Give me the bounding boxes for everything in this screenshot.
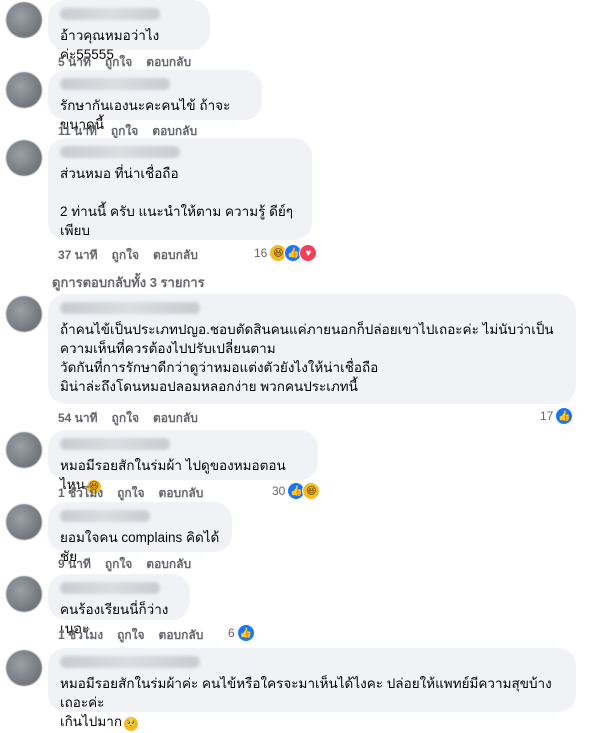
commenter-name-blurred[interactable] xyxy=(60,302,200,314)
like-reaction-icon: 👍 xyxy=(236,624,255,642)
reaction-summary[interactable]: 16 😆 👍 ♥ xyxy=(254,244,318,262)
comment-time[interactable]: 9 นาที xyxy=(58,555,91,574)
comment-bubble: ส่วนหมอ ที่น่าเชื่อถือ 2 ท่านนี้ ครับ แน… xyxy=(48,138,312,240)
comment-time[interactable]: 1 ชั่วโมง xyxy=(58,626,103,645)
comment-text: หมอมีรอยสักในร่มผ้าค่ะ คนไข้หรือใครจะมาเ… xyxy=(60,674,564,731)
avatar[interactable] xyxy=(6,72,42,108)
avatar[interactable] xyxy=(6,296,42,332)
reply-button[interactable]: ตอบกลับ xyxy=(159,626,204,645)
avatar[interactable] xyxy=(6,576,42,612)
reply-button[interactable]: ตอบกลับ xyxy=(153,409,198,428)
commenter-name-blurred[interactable] xyxy=(60,146,180,158)
love-reaction-icon: ♥ xyxy=(299,244,318,262)
avatar[interactable] xyxy=(6,432,42,468)
comment-text: ถ้าคนไข้เป็นประเภทปญอ.ชอบตัดสินคนแค่ภายน… xyxy=(60,322,554,394)
commenter-name-blurred[interactable] xyxy=(60,510,150,522)
view-replies-link[interactable]: ดูการตอบกลับทั้ง 3 รายการ xyxy=(52,272,205,293)
avatar[interactable] xyxy=(6,650,42,686)
comment-bubble: หมอมีรอยสักในร่มผ้าค่ะ คนไข้หรือใครจะมาเ… xyxy=(48,648,576,731)
comment-actions: 54 นาที ถูกใจ ตอบกลับ xyxy=(58,409,198,428)
reaction-count: 17 xyxy=(540,409,554,423)
like-button[interactable]: ถูกใจ xyxy=(112,246,139,265)
comment-bubble: คนร้องเรียนนี่ก็ว่างเนอะ xyxy=(48,574,190,636)
like-reaction-icon: 👍 xyxy=(555,407,574,425)
haha-reaction-icon: 😆 xyxy=(302,482,321,500)
avatar[interactable] xyxy=(6,504,42,540)
comment-actions: 37 นาที ถูกใจ ตอบกลับ xyxy=(58,246,198,265)
comment-actions: 1 ชั่วโมง ถูกใจ ตอบกลับ xyxy=(58,626,203,645)
comment-bubble: รักษากันเองนะคะคนไข้ ถ้าจะขนาดนี้ xyxy=(48,70,262,132)
comment-time[interactable]: 54 นาที xyxy=(58,409,98,428)
comment-bubble: อ้าวคุณหมอว่าไงค่ะ55555 xyxy=(48,0,210,62)
comment-bubble: ถ้าคนไข้เป็นประเภทปญอ.ชอบตัดสินคนแค่ภายน… xyxy=(48,294,576,404)
commenter-name-blurred[interactable] xyxy=(60,78,170,90)
avatar[interactable] xyxy=(6,2,42,38)
comment-time[interactable]: 37 นาที xyxy=(58,246,98,265)
reaction-count: 16 xyxy=(254,246,268,260)
like-button[interactable]: ถูกใจ xyxy=(117,626,144,645)
comment-bubble: หมอมีรอยสักในร่มผ้า ไปดูของหมอตอนไหน 😆 xyxy=(48,430,318,494)
comment-text: ส่วนหมอ ที่น่าเชื่อถือ 2 ท่านนี้ ครับ แน… xyxy=(60,166,294,238)
comment-actions: 9 นาที ถูกใจ ตอบกลับ xyxy=(58,555,191,574)
reaction-summary[interactable]: 30 👍 😆 xyxy=(272,482,321,500)
like-button[interactable]: ถูกใจ xyxy=(117,484,144,503)
reaction-count: 30 xyxy=(272,484,286,498)
like-button[interactable]: ถูกใจ xyxy=(105,555,132,574)
like-button[interactable]: ถูกใจ xyxy=(112,409,139,428)
commenter-name-blurred[interactable] xyxy=(60,656,200,668)
reaction-summary[interactable]: 17 👍 xyxy=(540,407,574,425)
comment-time[interactable]: 1 ชั่วโมง xyxy=(58,484,103,503)
commenter-name-blurred[interactable] xyxy=(60,582,160,594)
pleading-emoji-icon: 🥺 xyxy=(124,716,139,731)
comment-actions: 1 ชั่วโมง ถูกใจ ตอบกลับ xyxy=(58,484,203,503)
reaction-summary[interactable]: 6 👍 xyxy=(228,624,255,642)
reply-button[interactable]: ตอบกลับ xyxy=(159,484,204,503)
reply-button[interactable]: ตอบกลับ xyxy=(153,246,198,265)
avatar[interactable] xyxy=(6,140,42,176)
reply-button[interactable]: ตอบกลับ xyxy=(146,555,191,574)
commenter-name-blurred[interactable] xyxy=(60,438,170,450)
commenter-name-blurred[interactable] xyxy=(60,8,160,20)
reaction-count: 6 xyxy=(228,626,235,640)
comment-bubble: ยอมใจคน complains คิดได้ชัย xyxy=(48,502,232,564)
